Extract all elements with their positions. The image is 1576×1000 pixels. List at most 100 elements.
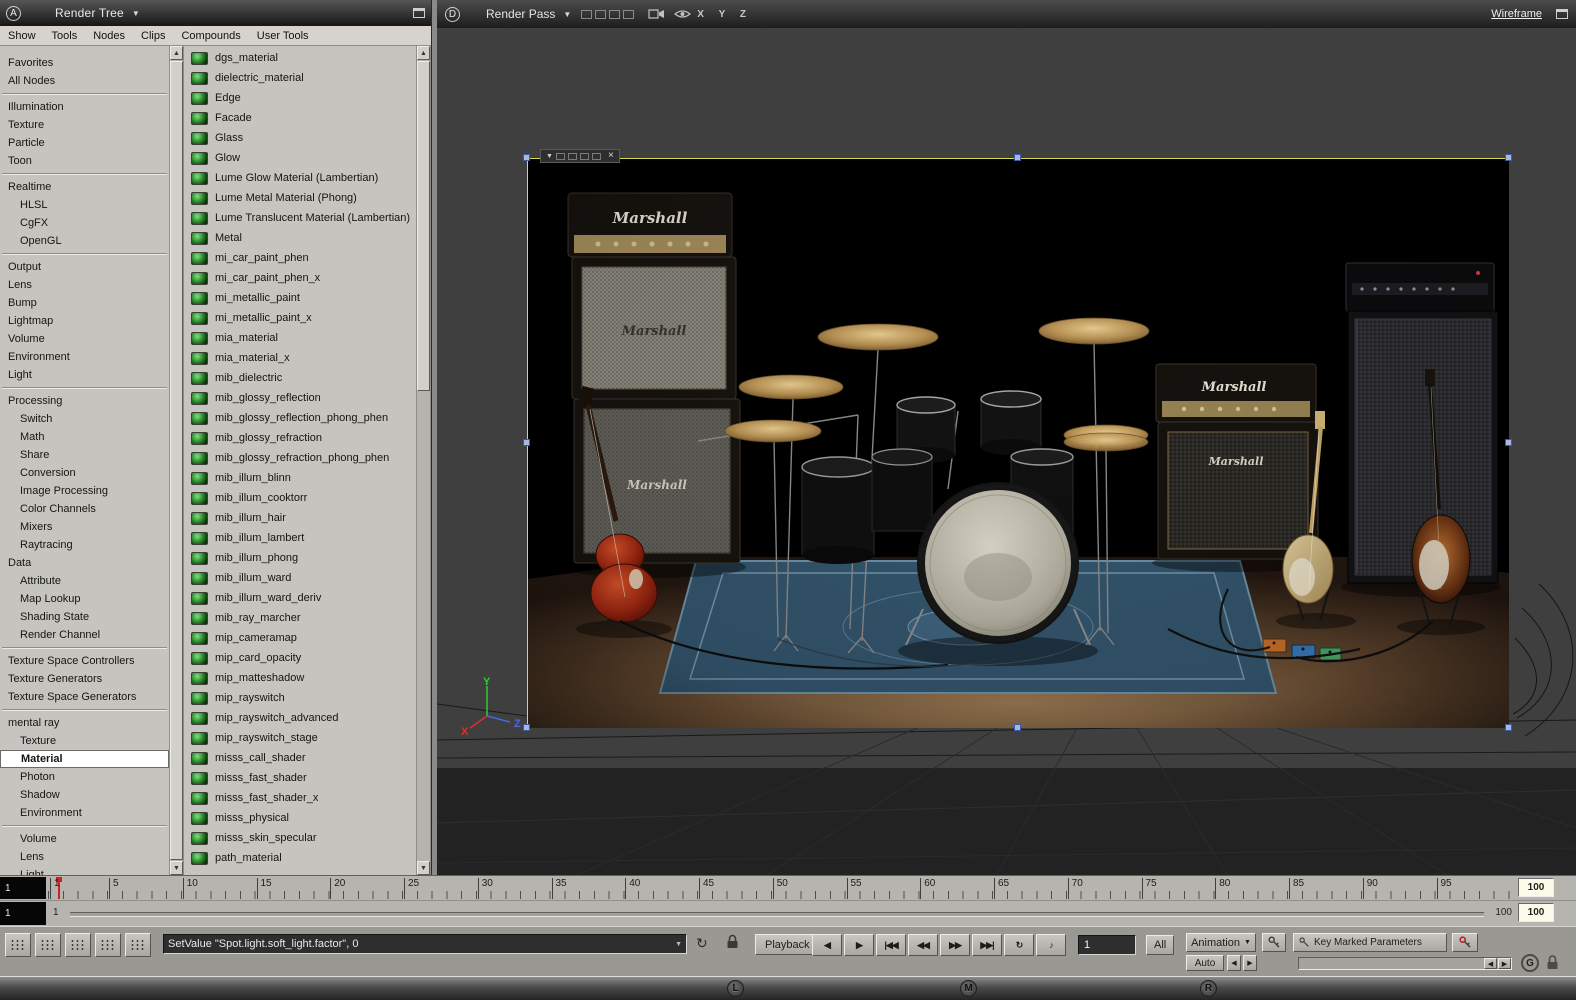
view-switch-dropdown-icon[interactable]: ▼ bbox=[132, 9, 140, 18]
tool-button-4[interactable] bbox=[95, 933, 121, 957]
node-item[interactable]: dgs_material bbox=[184, 48, 416, 68]
node-item[interactable]: misss_fast_shader bbox=[184, 768, 416, 788]
node-item[interactable]: mib_illum_lambert bbox=[184, 528, 416, 548]
region-handle[interactable] bbox=[1505, 438, 1512, 446]
camera-icon[interactable] bbox=[648, 8, 665, 20]
region-handle[interactable] bbox=[1013, 154, 1021, 161]
pass-slot[interactable] bbox=[609, 9, 621, 19]
playback-menu-button[interactable]: Playback bbox=[755, 934, 820, 955]
animation-menu-button[interactable]: Animation ▼ bbox=[1186, 933, 1256, 952]
node-item[interactable]: Glass bbox=[184, 128, 416, 148]
category-cgfx[interactable]: CgFX bbox=[0, 214, 169, 232]
category-lens[interactable]: Lens bbox=[0, 276, 169, 294]
node-item[interactable]: mib_illum_ward_deriv bbox=[184, 588, 416, 608]
category-attribute[interactable]: Attribute bbox=[0, 572, 169, 590]
region-handle[interactable] bbox=[1013, 724, 1021, 731]
node-item[interactable]: mip_matteshadow bbox=[184, 668, 416, 688]
category-material[interactable]: Material bbox=[0, 750, 169, 768]
category-environment[interactable]: Environment bbox=[0, 348, 169, 366]
region-handle[interactable] bbox=[523, 154, 530, 161]
tool-button-3[interactable] bbox=[65, 933, 91, 957]
window-letter-icon[interactable]: D bbox=[445, 6, 460, 22]
node-item[interactable]: mip_card_opacity bbox=[184, 648, 416, 668]
restore-window-icon[interactable] bbox=[1556, 9, 1568, 19]
audio-mute-button[interactable]: ♪ bbox=[1036, 934, 1066, 956]
node-item[interactable]: Facade bbox=[184, 108, 416, 128]
frame-step-back-button[interactable]: ◀ bbox=[812, 934, 842, 956]
node-item[interactable]: Lume Metal Material (Phong) bbox=[184, 188, 416, 208]
node-item[interactable]: mi_car_paint_phen bbox=[184, 248, 416, 268]
category-light[interactable]: Light bbox=[0, 366, 169, 384]
category-texture-generators[interactable]: Texture Generators bbox=[0, 670, 169, 688]
node-item[interactable]: Metal bbox=[184, 228, 416, 248]
render-region-toolbar[interactable]: ▼ × bbox=[540, 149, 620, 163]
lock-icon[interactable] bbox=[1546, 954, 1559, 975]
node-item[interactable]: mib_dielectric bbox=[184, 368, 416, 388]
command-history-field[interactable]: SetValue "Spot.light.soft_light.factor",… bbox=[163, 934, 687, 954]
render-tree-titlebar[interactable]: A Render Tree ▼ bbox=[0, 0, 431, 26]
update-loop-icon[interactable]: ↻ bbox=[696, 935, 708, 952]
slider-right-arrow[interactable]: ▶ bbox=[1498, 958, 1511, 969]
restore-window-icon[interactable] bbox=[413, 8, 425, 18]
node-item[interactable]: Edge bbox=[184, 88, 416, 108]
category-bump[interactable]: Bump bbox=[0, 294, 169, 312]
category-texture-space-generators[interactable]: Texture Space Generators bbox=[0, 688, 169, 706]
viewport-titlebar[interactable]: D Render Pass ▼ X Y Z Wireframe bbox=[437, 0, 1576, 28]
region-slot[interactable] bbox=[591, 152, 601, 160]
window-letter-icon[interactable]: A bbox=[6, 5, 21, 21]
node-item[interactable]: mip_rayswitch_stage bbox=[184, 728, 416, 748]
node-item[interactable]: misss_fast_shader_x bbox=[184, 788, 416, 808]
region-slot[interactable] bbox=[555, 152, 565, 160]
go-to-end-button[interactable]: ▶▶| bbox=[972, 934, 1002, 956]
tool-button-1[interactable] bbox=[5, 933, 31, 957]
node-item[interactable]: mib_ray_marcher bbox=[184, 608, 416, 628]
category-realtime[interactable]: Realtime bbox=[0, 178, 169, 196]
category-particle[interactable]: Particle bbox=[0, 134, 169, 152]
category-volume[interactable]: Volume bbox=[0, 830, 169, 848]
node-item[interactable]: mi_metallic_paint bbox=[184, 288, 416, 308]
category-light[interactable]: Light bbox=[0, 866, 169, 875]
range-end-box[interactable]: 100 bbox=[1518, 903, 1554, 922]
node-item[interactable]: Glow bbox=[184, 148, 416, 168]
category-lens[interactable]: Lens bbox=[0, 848, 169, 866]
category-scrollbar[interactable]: ▲ ▼ bbox=[169, 46, 184, 875]
node-item[interactable]: dielectric_material bbox=[184, 68, 416, 88]
node-item[interactable]: mi_metallic_paint_x bbox=[184, 308, 416, 328]
category-switch[interactable]: Switch bbox=[0, 410, 169, 428]
render-pass-viewport[interactable]: D Render Pass ▼ X Y Z Wireframe Y X Z ▼ … bbox=[437, 0, 1576, 875]
category-lightmap[interactable]: Lightmap bbox=[0, 312, 169, 330]
region-handle[interactable] bbox=[1505, 724, 1512, 731]
all-button[interactable]: All bbox=[1146, 935, 1175, 955]
node-item[interactable]: mib_illum_phong bbox=[184, 548, 416, 568]
node-item[interactable]: mia_material_x bbox=[184, 348, 416, 368]
node-item[interactable]: Lume Translucent Material (Lambertian) bbox=[184, 208, 416, 228]
category-render-channel[interactable]: Render Channel bbox=[0, 626, 169, 644]
axis-toggle-xyz[interactable]: X Y Z bbox=[697, 9, 752, 20]
category-mental-ray[interactable]: mental ray bbox=[0, 714, 169, 732]
key-marked-parameters-button[interactable]: Key Marked Parameters bbox=[1293, 933, 1447, 952]
end-frame-box[interactable]: 100 bbox=[1518, 878, 1554, 897]
category-color-channels[interactable]: Color Channels bbox=[0, 500, 169, 518]
command-dropdown-icon[interactable]: ▼ bbox=[675, 941, 682, 948]
node-item[interactable]: mip_rayswitch bbox=[184, 688, 416, 708]
remove-key-button[interactable] bbox=[1452, 933, 1478, 952]
play-backward-button[interactable]: ◀◀ bbox=[908, 934, 938, 956]
lock-icon[interactable] bbox=[726, 934, 739, 952]
shading-mode-menu[interactable]: Wireframe bbox=[1491, 8, 1542, 20]
node-item[interactable]: misss_physical bbox=[184, 808, 416, 828]
category-math[interactable]: Math bbox=[0, 428, 169, 446]
menu-show[interactable]: Show bbox=[0, 26, 44, 45]
render-region[interactable]: ▼ × bbox=[523, 149, 1512, 731]
category-illumination[interactable]: Illumination bbox=[0, 98, 169, 116]
eye-icon[interactable] bbox=[674, 8, 692, 20]
category-shadow[interactable]: Shadow bbox=[0, 786, 169, 804]
menu-nodes[interactable]: Nodes bbox=[85, 26, 133, 45]
category-map-lookup[interactable]: Map Lookup bbox=[0, 590, 169, 608]
region-handle[interactable] bbox=[523, 724, 530, 731]
timeline-ruler[interactable]: 1 5 10 15 20 25 30 35 40 45 50 55 60 65 70 75 80 85 90 95 bbox=[46, 876, 1518, 900]
category-photon[interactable]: Photon bbox=[0, 768, 169, 786]
node-item[interactable]: misss_call_shader bbox=[184, 748, 416, 768]
next-key-arrow[interactable]: ▶ bbox=[1243, 955, 1257, 971]
region-handle[interactable] bbox=[523, 438, 530, 446]
pass-slot[interactable] bbox=[581, 9, 593, 19]
